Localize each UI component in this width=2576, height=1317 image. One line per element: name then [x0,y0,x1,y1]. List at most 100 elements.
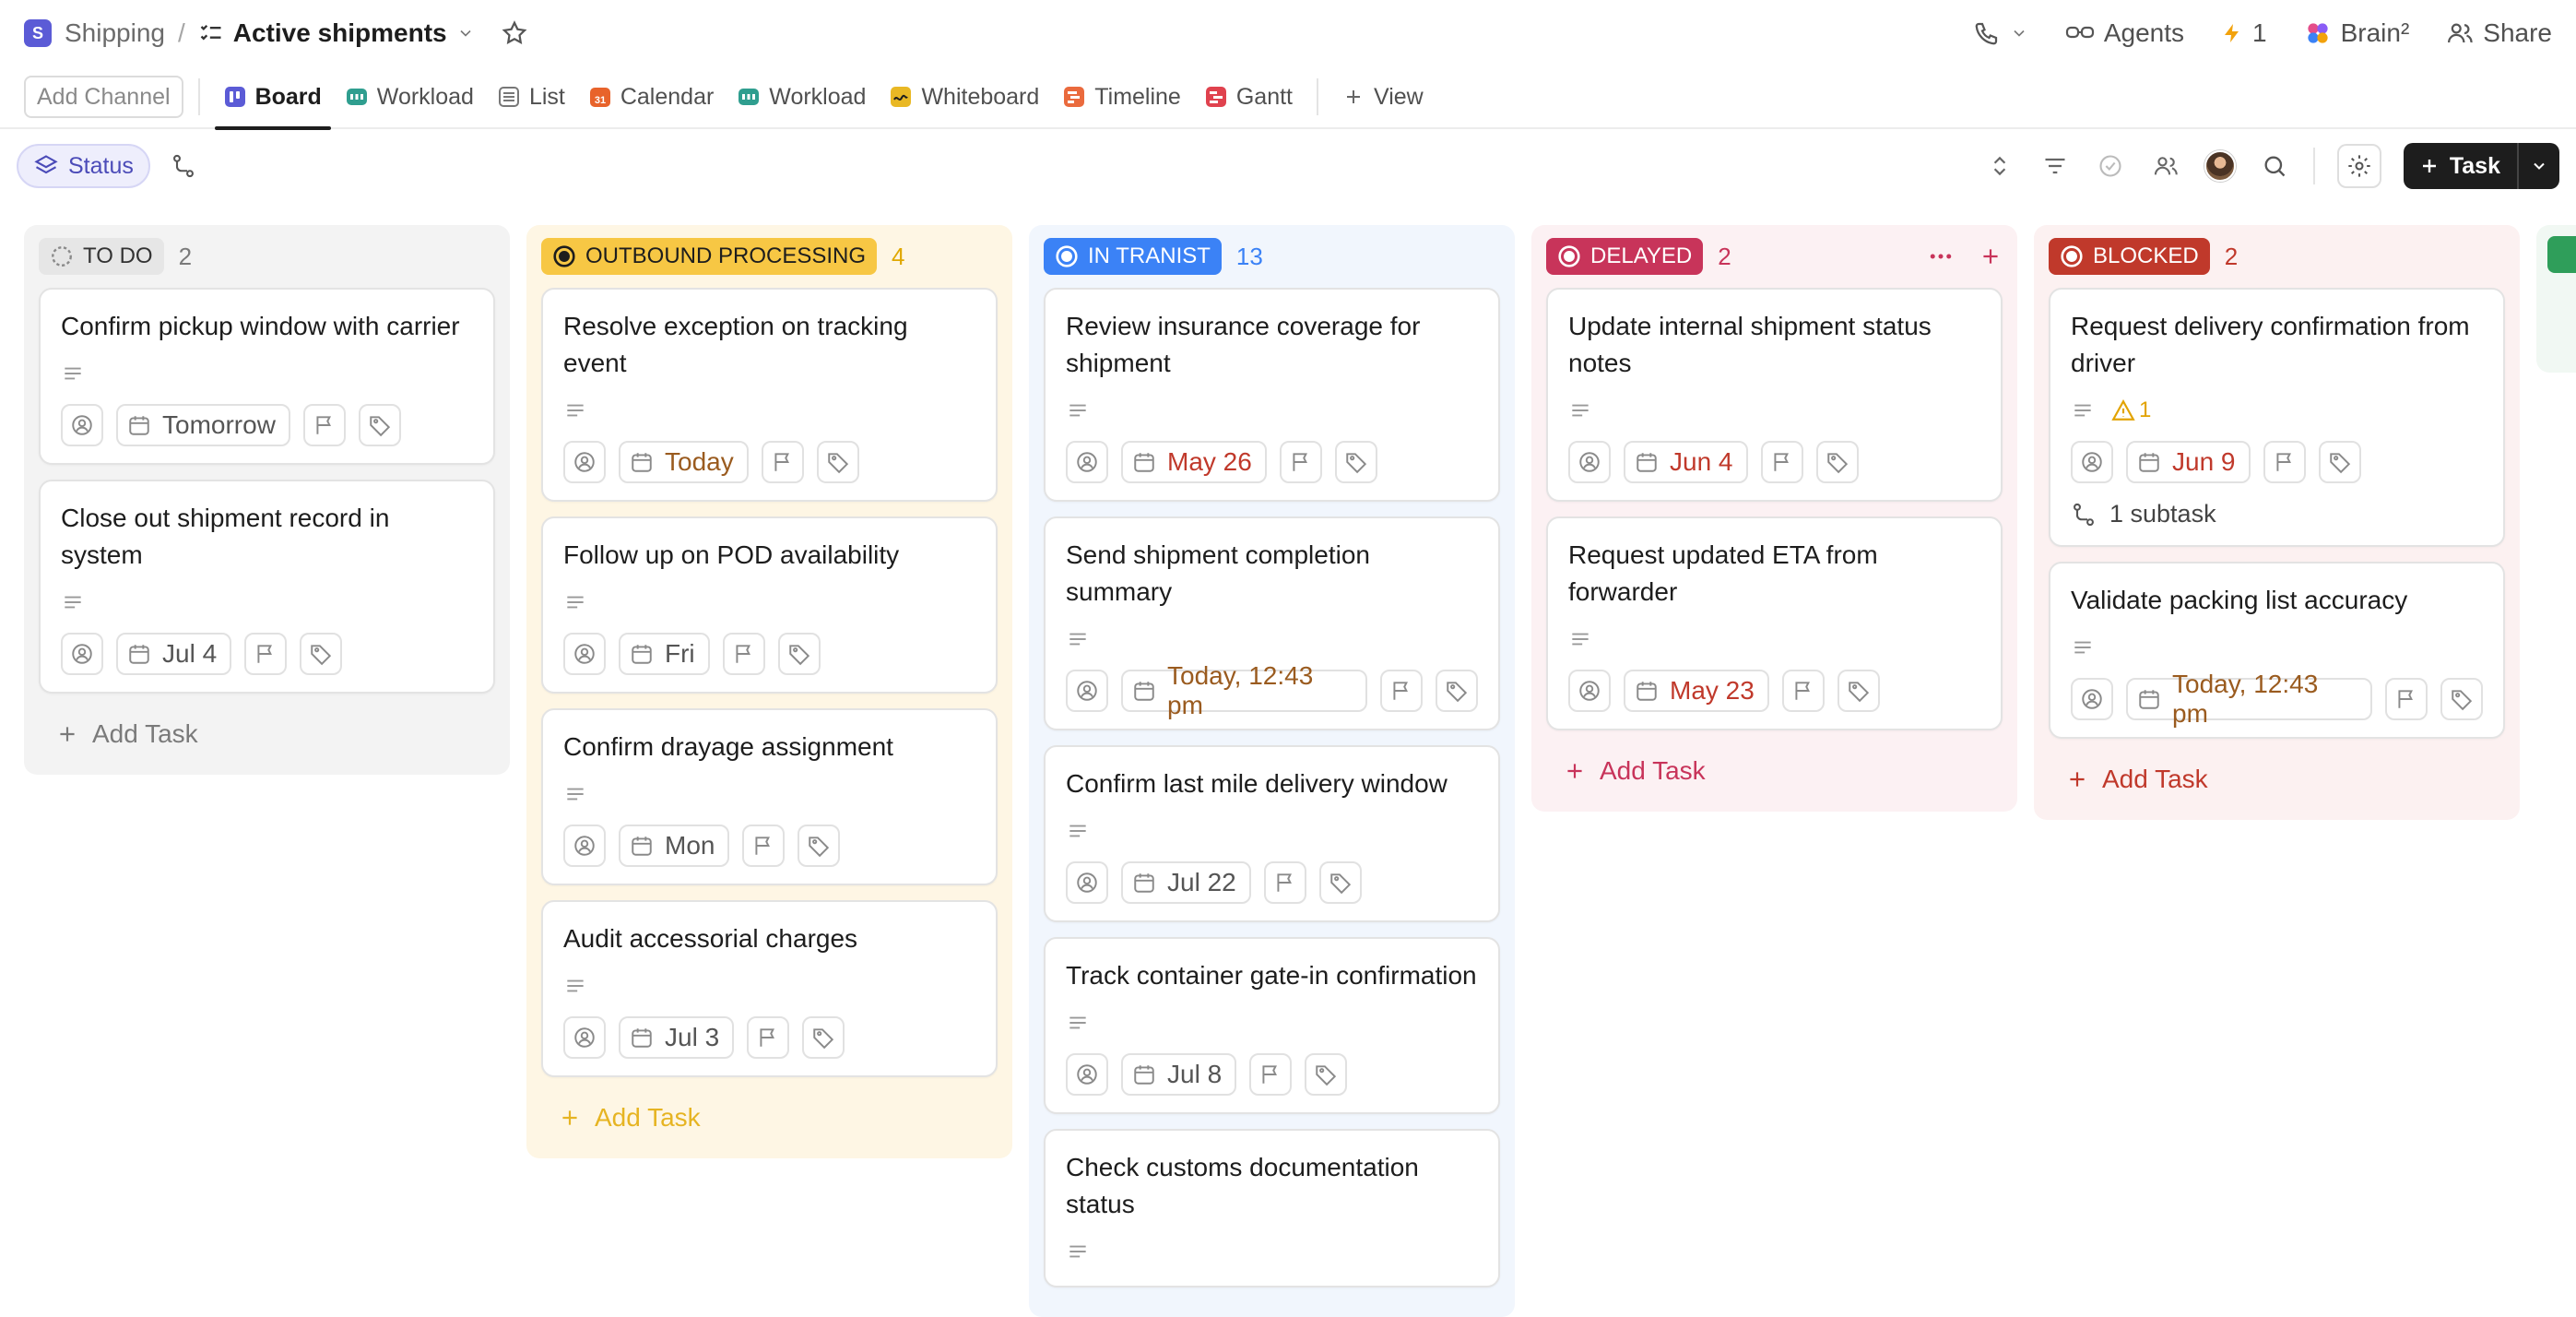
tags-button[interactable] [1305,1053,1348,1096]
assignee-button[interactable] [1066,670,1108,712]
tab-gantt[interactable]: Gantt [1196,65,1302,128]
tags-button[interactable] [816,441,859,483]
space-avatar[interactable]: S [24,19,52,47]
tab-board[interactable]: Board [214,65,332,130]
priority-button[interactable] [1760,441,1803,483]
add-channel-button[interactable]: Add Channel [24,76,183,118]
brain-button[interactable]: Brain² [2304,18,2409,48]
user-avatar[interactable] [2204,150,2236,182]
assignee-button[interactable] [563,441,606,483]
priority-button[interactable] [302,404,346,446]
filter-button[interactable] [2038,149,2072,183]
due-date-button[interactable]: Today, 12:43 pm [2126,670,2372,728]
priority-button[interactable] [244,633,288,675]
task-title[interactable]: Confirm last mile delivery window [1066,765,1478,802]
task-card[interactable]: Validate packing list accuracy Today, 12:… [2049,562,2505,739]
search-button[interactable] [2258,149,2291,183]
task-title[interactable]: Validate packing list accuracy [2071,582,2483,619]
assignee-button[interactable] [563,633,606,675]
add-task-menu[interactable] [2517,143,2559,189]
assignee-button[interactable] [1066,861,1108,904]
task-card[interactable]: Check customs documentation status [1044,1129,1500,1287]
priority-button[interactable] [2263,441,2306,483]
add-task-button[interactable]: Add Task [1546,745,2003,797]
task-title[interactable]: Confirm pickup window with carrier [61,308,473,345]
task-title[interactable]: Update internal shipment status notes [1568,308,1980,382]
tab-workload[interactable]: Workload [728,65,875,128]
assignees-button[interactable] [2149,149,2182,183]
task-card[interactable]: Confirm drayage assignment Mon [541,708,998,885]
due-date-button[interactable]: Jul 22 [1121,861,1251,904]
due-date-button[interactable]: Mon [619,825,730,867]
priority-button[interactable] [1263,861,1306,904]
tab-timeline[interactable]: Timeline [1054,65,1190,128]
priority-button[interactable] [722,633,765,675]
task-card[interactable]: Confirm pickup window with carrier Tomorr… [39,288,495,465]
assignee-button[interactable] [61,633,103,675]
tab-workload[interactable]: Workload [337,65,483,128]
task-title[interactable]: Resolve exception on tracking event [563,308,975,382]
task-card[interactable]: Resolve exception on tracking event Today [541,288,998,502]
due-date-button[interactable]: May 23 [1624,670,1769,712]
task-card[interactable]: Follow up on POD availability Fri [541,516,998,694]
task-card[interactable]: Update internal shipment status notes Jun… [1546,288,2003,502]
due-date-button[interactable]: Jun 4 [1624,441,1748,483]
task-title[interactable]: Track container gate-in confirmation [1066,957,1478,994]
breadcrumb-page[interactable]: Active shipments [198,18,475,48]
due-date-button[interactable]: May 26 [1121,441,1267,483]
priority-button[interactable] [1380,670,1423,712]
assignee-button[interactable] [1066,441,1108,483]
tags-button[interactable] [1436,670,1478,712]
priority-button[interactable] [1781,670,1825,712]
priority-button[interactable] [2385,678,2428,720]
add-task-main[interactable]: Task [2404,143,2517,189]
priority-button[interactable] [747,1016,790,1059]
task-card[interactable]: Review insurance coverage for shipment Ma… [1044,288,1500,502]
assignee-button[interactable] [61,404,103,446]
group-by-status-button[interactable]: Status [17,144,150,188]
assignee-button[interactable] [1568,441,1611,483]
assignee-button[interactable] [2071,441,2113,483]
task-title[interactable]: Request updated ETA from forwarder [1568,537,1980,611]
tags-button[interactable] [798,825,841,867]
add-view-button[interactable]: View [1333,65,1433,128]
task-card[interactable]: Request delivery confirmation from drive… [2049,288,2505,547]
subtasks-toggle-button[interactable] [167,149,200,183]
task-title[interactable]: Confirm drayage assignment [563,729,975,765]
task-card[interactable]: Audit accessorial charges Jul 3 [541,900,998,1077]
tags-button[interactable] [1837,670,1880,712]
task-card[interactable]: Confirm last mile delivery window Jul 22 [1044,745,1500,922]
due-date-button[interactable]: Jun 9 [2126,441,2251,483]
chevron-down-icon[interactable] [456,24,475,42]
column-menu-button[interactable] [1927,243,1955,270]
task-card[interactable]: Track container gate-in confirmation Jul … [1044,937,1500,1114]
task-title[interactable]: Review insurance coverage for shipment [1066,308,1478,382]
due-date-button[interactable]: Jul 4 [116,633,232,675]
tags-button[interactable] [358,404,401,446]
subtask-toggle[interactable]: 1 subtask [2071,500,2483,528]
status-chip[interactable]: OUTBOUND PROCESSING [541,238,878,275]
priority-button[interactable] [1249,1053,1293,1096]
add-task-button[interactable]: Add Task [2049,753,2505,805]
due-date-button[interactable]: Jul 3 [619,1016,735,1059]
task-title[interactable]: Request delivery confirmation from drive… [2071,308,2483,382]
tags-button[interactable] [1334,441,1377,483]
assignee-button[interactable] [1568,670,1611,712]
tags-button[interactable] [1815,441,1859,483]
status-chip-partial[interactable] [2547,236,2576,273]
breadcrumb-space[interactable]: Shipping [65,18,165,48]
tags-button[interactable] [2318,441,2361,483]
due-date-button[interactable]: Tomorrow [116,404,290,446]
status-chip[interactable]: IN TRANIST [1044,238,1222,275]
add-task-button[interactable]: Add Task [541,1092,998,1144]
task-title[interactable]: Close out shipment record in system [61,500,473,574]
priority-button[interactable] [742,825,786,867]
priority-button[interactable] [1279,441,1322,483]
star-icon[interactable] [501,19,528,47]
assignee-button[interactable] [1066,1053,1108,1096]
task-title[interactable]: Send shipment completion summary [1066,537,1478,611]
automations-button[interactable]: 1 [2221,18,2267,48]
settings-button[interactable] [2336,144,2381,188]
assignee-button[interactable] [2071,678,2113,720]
expand-collapse-button[interactable] [1983,149,2016,183]
